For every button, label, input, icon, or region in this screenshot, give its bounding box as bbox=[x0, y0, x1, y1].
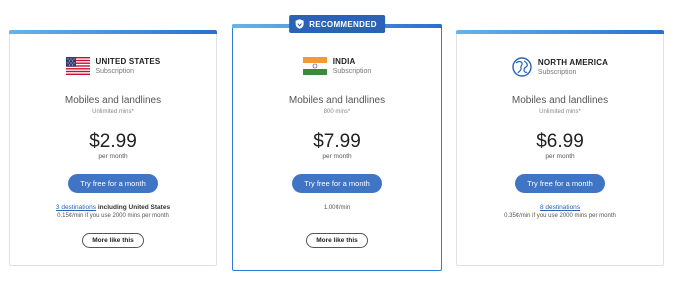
destinations-link[interactable]: 8 destinations bbox=[540, 204, 580, 211]
plan-lines: Mobiles and landlines bbox=[511, 95, 609, 106]
more-like-this-button[interactable]: More like this bbox=[306, 233, 368, 248]
plan-mins: Unlimited mins* bbox=[92, 109, 134, 115]
plan-price: $2.99 bbox=[89, 131, 137, 152]
plan-lines: Mobiles and landlines bbox=[288, 95, 386, 106]
destinations-line: 3 destinations including United States bbox=[10, 204, 216, 211]
plan-header: UNITED STATES Subscription bbox=[10, 57, 216, 75]
plan-subtitle: Subscription bbox=[332, 68, 372, 75]
plan-subtitle: Subscription bbox=[95, 68, 135, 75]
try-free-button[interactable]: Try free for a month bbox=[515, 174, 605, 193]
plan-country: UNITED STATES bbox=[95, 57, 161, 66]
plan-mins: 800 mins* bbox=[323, 109, 351, 115]
plan-period: per month bbox=[322, 153, 352, 160]
plan-country: NORTH AMERICA bbox=[537, 58, 609, 67]
plan-rate: 0.35¢/min if you use 2000 mins per month bbox=[504, 213, 616, 219]
more-like-this-button[interactable]: More like this bbox=[82, 233, 144, 248]
plan-lines: Mobiles and landlines bbox=[64, 95, 162, 106]
card-accent-bar bbox=[9, 30, 217, 34]
us-flag-icon bbox=[65, 57, 90, 75]
plan-card-united-states: UNITED STATES Subscription Mobiles and l… bbox=[9, 30, 217, 266]
plan-country: INDIA bbox=[332, 57, 356, 66]
badge-label: RECOMMENDED bbox=[309, 19, 377, 29]
try-free-button[interactable]: Try free for a month bbox=[68, 174, 158, 193]
plan-period: per month bbox=[98, 153, 128, 160]
plan-card-north-america: NORTH AMERICA Subscription Mobiles and l… bbox=[456, 30, 664, 266]
globe-icon bbox=[512, 57, 532, 77]
plan-period: per month bbox=[545, 153, 575, 160]
plan-header: NORTH AMERICA Subscription bbox=[457, 57, 663, 77]
plan-card-india: RECOMMENDED INDIA Subscription Mobiles a… bbox=[232, 15, 442, 271]
plan-subtitle: Subscription bbox=[537, 69, 577, 76]
recommended-badge: RECOMMENDED bbox=[289, 15, 385, 33]
plan-mins: Unlimited mins* bbox=[539, 109, 581, 115]
destinations-suffix: including United States bbox=[96, 204, 171, 211]
try-free-button[interactable]: Try free for a month bbox=[292, 174, 382, 193]
plan-price: $6.99 bbox=[536, 131, 584, 152]
plan-rate: 0.15¢/min if you use 2000 mins per month bbox=[57, 213, 169, 219]
card-accent-bar bbox=[456, 30, 664, 34]
plan-header: INDIA Subscription bbox=[233, 57, 441, 75]
plan-price: $7.99 bbox=[313, 131, 361, 152]
destinations-line: 8 destinations bbox=[457, 204, 663, 211]
india-flag-icon bbox=[302, 57, 327, 75]
shield-icon bbox=[295, 19, 304, 29]
destinations-link[interactable]: 3 destinations bbox=[56, 204, 96, 211]
plan-rate: 1.00¢/min bbox=[323, 205, 351, 211]
